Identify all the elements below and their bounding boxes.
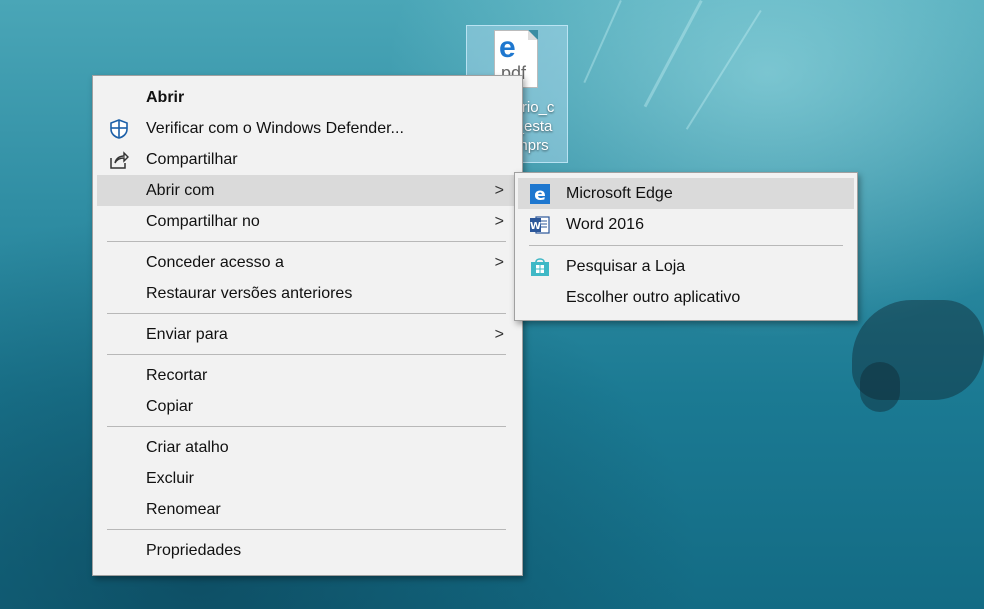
submenu-item-pesquisar-loja[interactable]: Pesquisar a Loja xyxy=(518,251,854,282)
context-menu: Abrir Verificar com o Windows Defender..… xyxy=(92,75,523,576)
menu-item-label: Conceder acesso a xyxy=(146,254,284,271)
submenu-item-label: Word 2016 xyxy=(566,216,644,233)
svg-text:e: e xyxy=(534,185,546,204)
menu-item-label: Compartilhar no xyxy=(146,213,260,230)
submenu-item-label: Microsoft Edge xyxy=(566,185,673,202)
light-streak xyxy=(685,10,762,130)
menu-item-windows-defender[interactable]: Verificar com o Windows Defender... xyxy=(97,113,518,144)
word-icon: W xyxy=(530,216,550,234)
menu-item-enviar-para[interactable]: Enviar para > xyxy=(97,319,518,350)
menu-item-conceder-acesso[interactable]: Conceder acesso a > xyxy=(97,247,518,278)
menu-item-label: Excluir xyxy=(146,470,195,487)
menu-item-renomear[interactable]: Renomear xyxy=(97,494,518,525)
menu-item-excluir[interactable]: Excluir xyxy=(97,463,518,494)
submenu-item-escolher-outro[interactable]: Escolher outro aplicativo xyxy=(518,282,854,313)
menu-separator xyxy=(107,313,506,314)
menu-item-label: Recortar xyxy=(146,367,208,384)
menu-item-label: Enviar para xyxy=(146,326,228,343)
menu-item-recortar[interactable]: Recortar xyxy=(97,360,518,391)
menu-item-label: Propriedades xyxy=(146,542,242,559)
menu-item-label: Abrir com xyxy=(146,182,215,199)
menu-item-propriedades[interactable]: Propriedades xyxy=(97,535,518,566)
menu-item-label: Copiar xyxy=(146,398,194,415)
svg-text:W: W xyxy=(530,221,541,232)
menu-item-label: Restaurar versões anteriores xyxy=(146,285,353,302)
share-icon xyxy=(110,151,129,169)
menu-item-label: Abrir xyxy=(146,89,185,106)
menu-separator xyxy=(107,241,506,242)
chevron-right-icon: > xyxy=(494,182,504,199)
page-fold xyxy=(528,30,538,40)
menu-item-restaurar-versoes[interactable]: Restaurar versões anteriores xyxy=(97,278,518,309)
menu-separator xyxy=(107,354,506,355)
menu-item-label: Compartilhar xyxy=(146,151,238,168)
menu-item-label: Criar atalho xyxy=(146,439,229,456)
menu-item-label: Verificar com o Windows Defender... xyxy=(146,120,404,137)
menu-item-criar-atalho[interactable]: Criar atalho xyxy=(97,432,518,463)
light-streak xyxy=(643,0,703,108)
light-streak xyxy=(583,0,622,84)
chevron-right-icon: > xyxy=(494,213,504,230)
menu-item-compartilhar-no[interactable]: Compartilhar no > xyxy=(97,206,518,237)
menu-separator xyxy=(107,426,506,427)
shield-icon xyxy=(110,119,128,139)
menu-item-compartilhar[interactable]: Compartilhar xyxy=(97,144,518,175)
menu-separator xyxy=(107,529,506,530)
chevron-right-icon: > xyxy=(494,254,504,271)
submenu-item-microsoft-edge[interactable]: e Microsoft Edge xyxy=(518,178,854,209)
submenu-item-label: Pesquisar a Loja xyxy=(566,258,686,275)
menu-item-abrir-com[interactable]: Abrir com > xyxy=(97,175,518,206)
swimmer-arm xyxy=(860,362,900,412)
edge-logo-icon: e xyxy=(499,31,516,64)
submenu-separator xyxy=(529,245,843,246)
menu-item-copiar[interactable]: Copiar xyxy=(97,391,518,422)
menu-item-abrir[interactable]: Abrir xyxy=(97,82,518,113)
menu-item-label: Renomear xyxy=(146,501,221,518)
chevron-right-icon: > xyxy=(494,326,504,343)
edge-icon: e xyxy=(530,184,550,204)
store-icon xyxy=(531,258,549,276)
open-with-submenu: e Microsoft Edge W Word 2016 Pesquisar a… xyxy=(514,172,858,321)
submenu-item-word-2016[interactable]: W Word 2016 xyxy=(518,209,854,240)
submenu-item-label: Escolher outro aplicativo xyxy=(566,289,741,306)
